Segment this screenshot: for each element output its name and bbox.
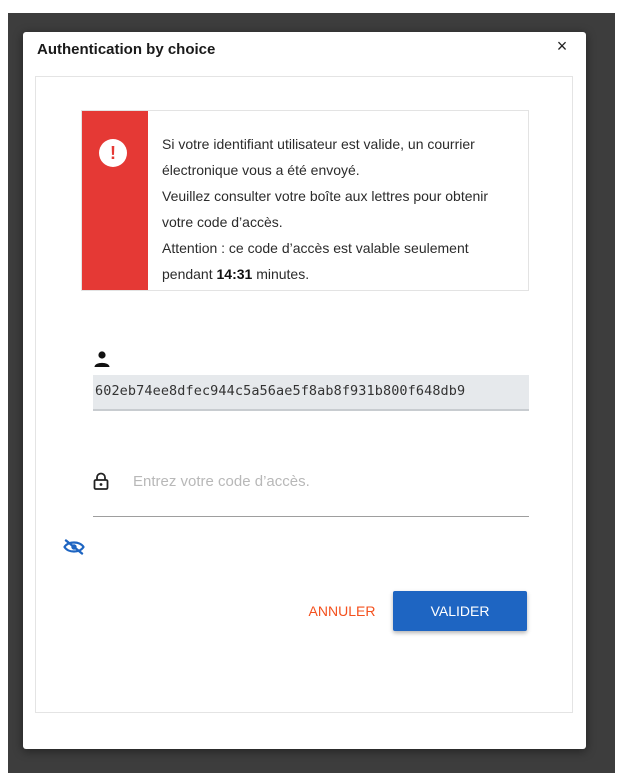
alert-stripe: ! [82, 111, 148, 290]
alert-exclamation-icon: ! [99, 139, 127, 167]
access-code-field [93, 462, 529, 517]
cancel-button[interactable]: ANNULER [294, 593, 390, 629]
alert-line-3-suffix: minutes. [252, 266, 310, 282]
authentication-dialog: Authentication by choice × ! Si votre id… [23, 32, 586, 749]
alert-box: ! Si votre identifiant utilisateur est v… [81, 110, 529, 291]
access-code-input[interactable] [133, 468, 523, 494]
user-id-value: 602eb74ee8dfec944c5a56ae5f8ab8f931b800f6… [95, 383, 466, 399]
countdown-timer: 14:31 [216, 266, 253, 282]
alert-line-3-prefix: Attention : ce code d’accès est valable … [162, 240, 469, 282]
eye-slash-icon[interactable] [63, 539, 85, 555]
validate-button[interactable]: VALIDER [393, 591, 527, 631]
dialog-title: Authentication by choice [37, 41, 216, 58]
alert-message: Si votre identifiant utilisateur est val… [162, 131, 517, 287]
alert-line-1: Si votre identifiant utilisateur est val… [162, 136, 475, 178]
close-button[interactable]: × [552, 36, 572, 56]
auth-panel: ! Si votre identifiant utilisateur est v… [35, 76, 573, 713]
user-id-field[interactable]: 602eb74ee8dfec944c5a56ae5f8ab8f931b800f6… [93, 375, 529, 411]
lock-icon [93, 472, 109, 490]
alert-line-2: Veuillez consulter votre boîte aux lettr… [162, 188, 489, 230]
person-icon [94, 351, 110, 367]
